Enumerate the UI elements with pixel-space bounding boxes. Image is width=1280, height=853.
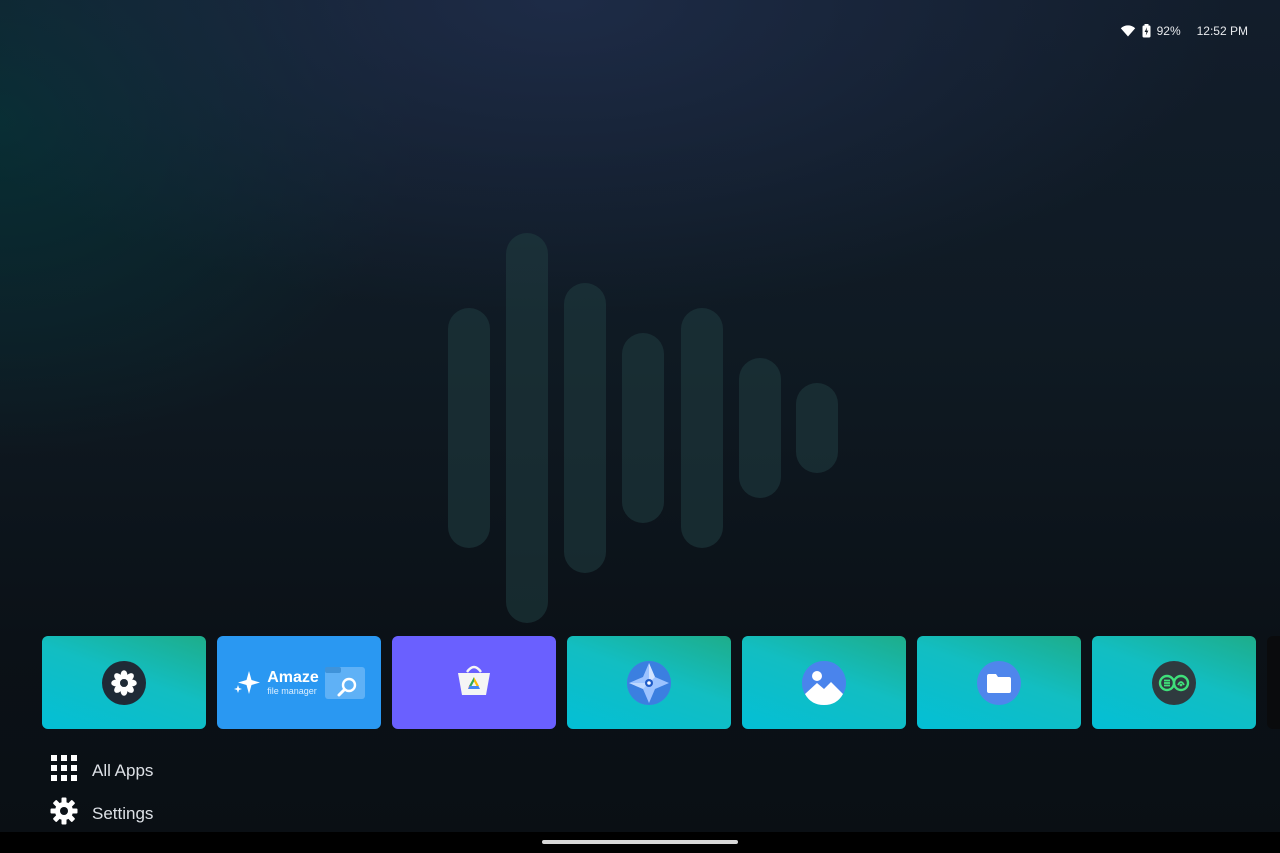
app-tile-store[interactable] xyxy=(392,636,556,729)
gear-icon xyxy=(50,797,78,830)
logo-bar xyxy=(448,308,490,548)
logo-bar xyxy=(564,283,606,573)
app-tile-amaze[interactable]: Amaze file manager xyxy=(217,636,381,729)
app-row: Amaze file manager xyxy=(42,636,1280,729)
app-tile-files[interactable] xyxy=(917,636,1081,729)
battery-charging-icon xyxy=(1142,24,1151,38)
all-apps-button[interactable]: All Apps xyxy=(50,754,153,787)
amaze-file-manager-banner: Amaze file manager xyxy=(233,666,365,699)
app-tile-gallery[interactable] xyxy=(742,636,906,729)
settings-label: Settings xyxy=(92,803,154,823)
flower-icon xyxy=(102,660,146,705)
logo-bar xyxy=(622,333,664,523)
folder-search-icon xyxy=(324,666,365,699)
app-tile-4[interactable] xyxy=(567,636,731,729)
logo-bar xyxy=(681,308,723,548)
logo-bar xyxy=(506,233,548,623)
logo-bar xyxy=(796,383,838,473)
amaze-title: Amaze xyxy=(267,668,319,686)
compass-icon xyxy=(627,660,671,705)
logo-bar xyxy=(739,358,781,498)
app-tile-partial[interactable] xyxy=(1267,636,1280,729)
amaze-subtitle: file manager xyxy=(267,685,317,696)
gesture-handle[interactable] xyxy=(542,840,738,844)
wifi-icon xyxy=(1120,24,1136,38)
all-apps-label: All Apps xyxy=(92,760,154,780)
app-tile-1[interactable] xyxy=(42,636,206,729)
app-tile-7[interactable] xyxy=(1092,636,1256,729)
folder-icon xyxy=(977,660,1021,705)
gallery-icon xyxy=(802,660,846,705)
grid-icon xyxy=(50,754,78,787)
settings-button[interactable]: Settings xyxy=(50,797,153,830)
clock: 12:52 PM xyxy=(1196,24,1248,38)
sparkle-icon xyxy=(234,670,261,694)
equalizer-icon xyxy=(1152,660,1196,705)
store-bag-icon xyxy=(455,663,493,702)
battery-percent: 92% xyxy=(1156,24,1181,38)
background-audio-logo xyxy=(0,0,1280,640)
status-bar: 92% 12:52 PM xyxy=(1120,20,1248,42)
